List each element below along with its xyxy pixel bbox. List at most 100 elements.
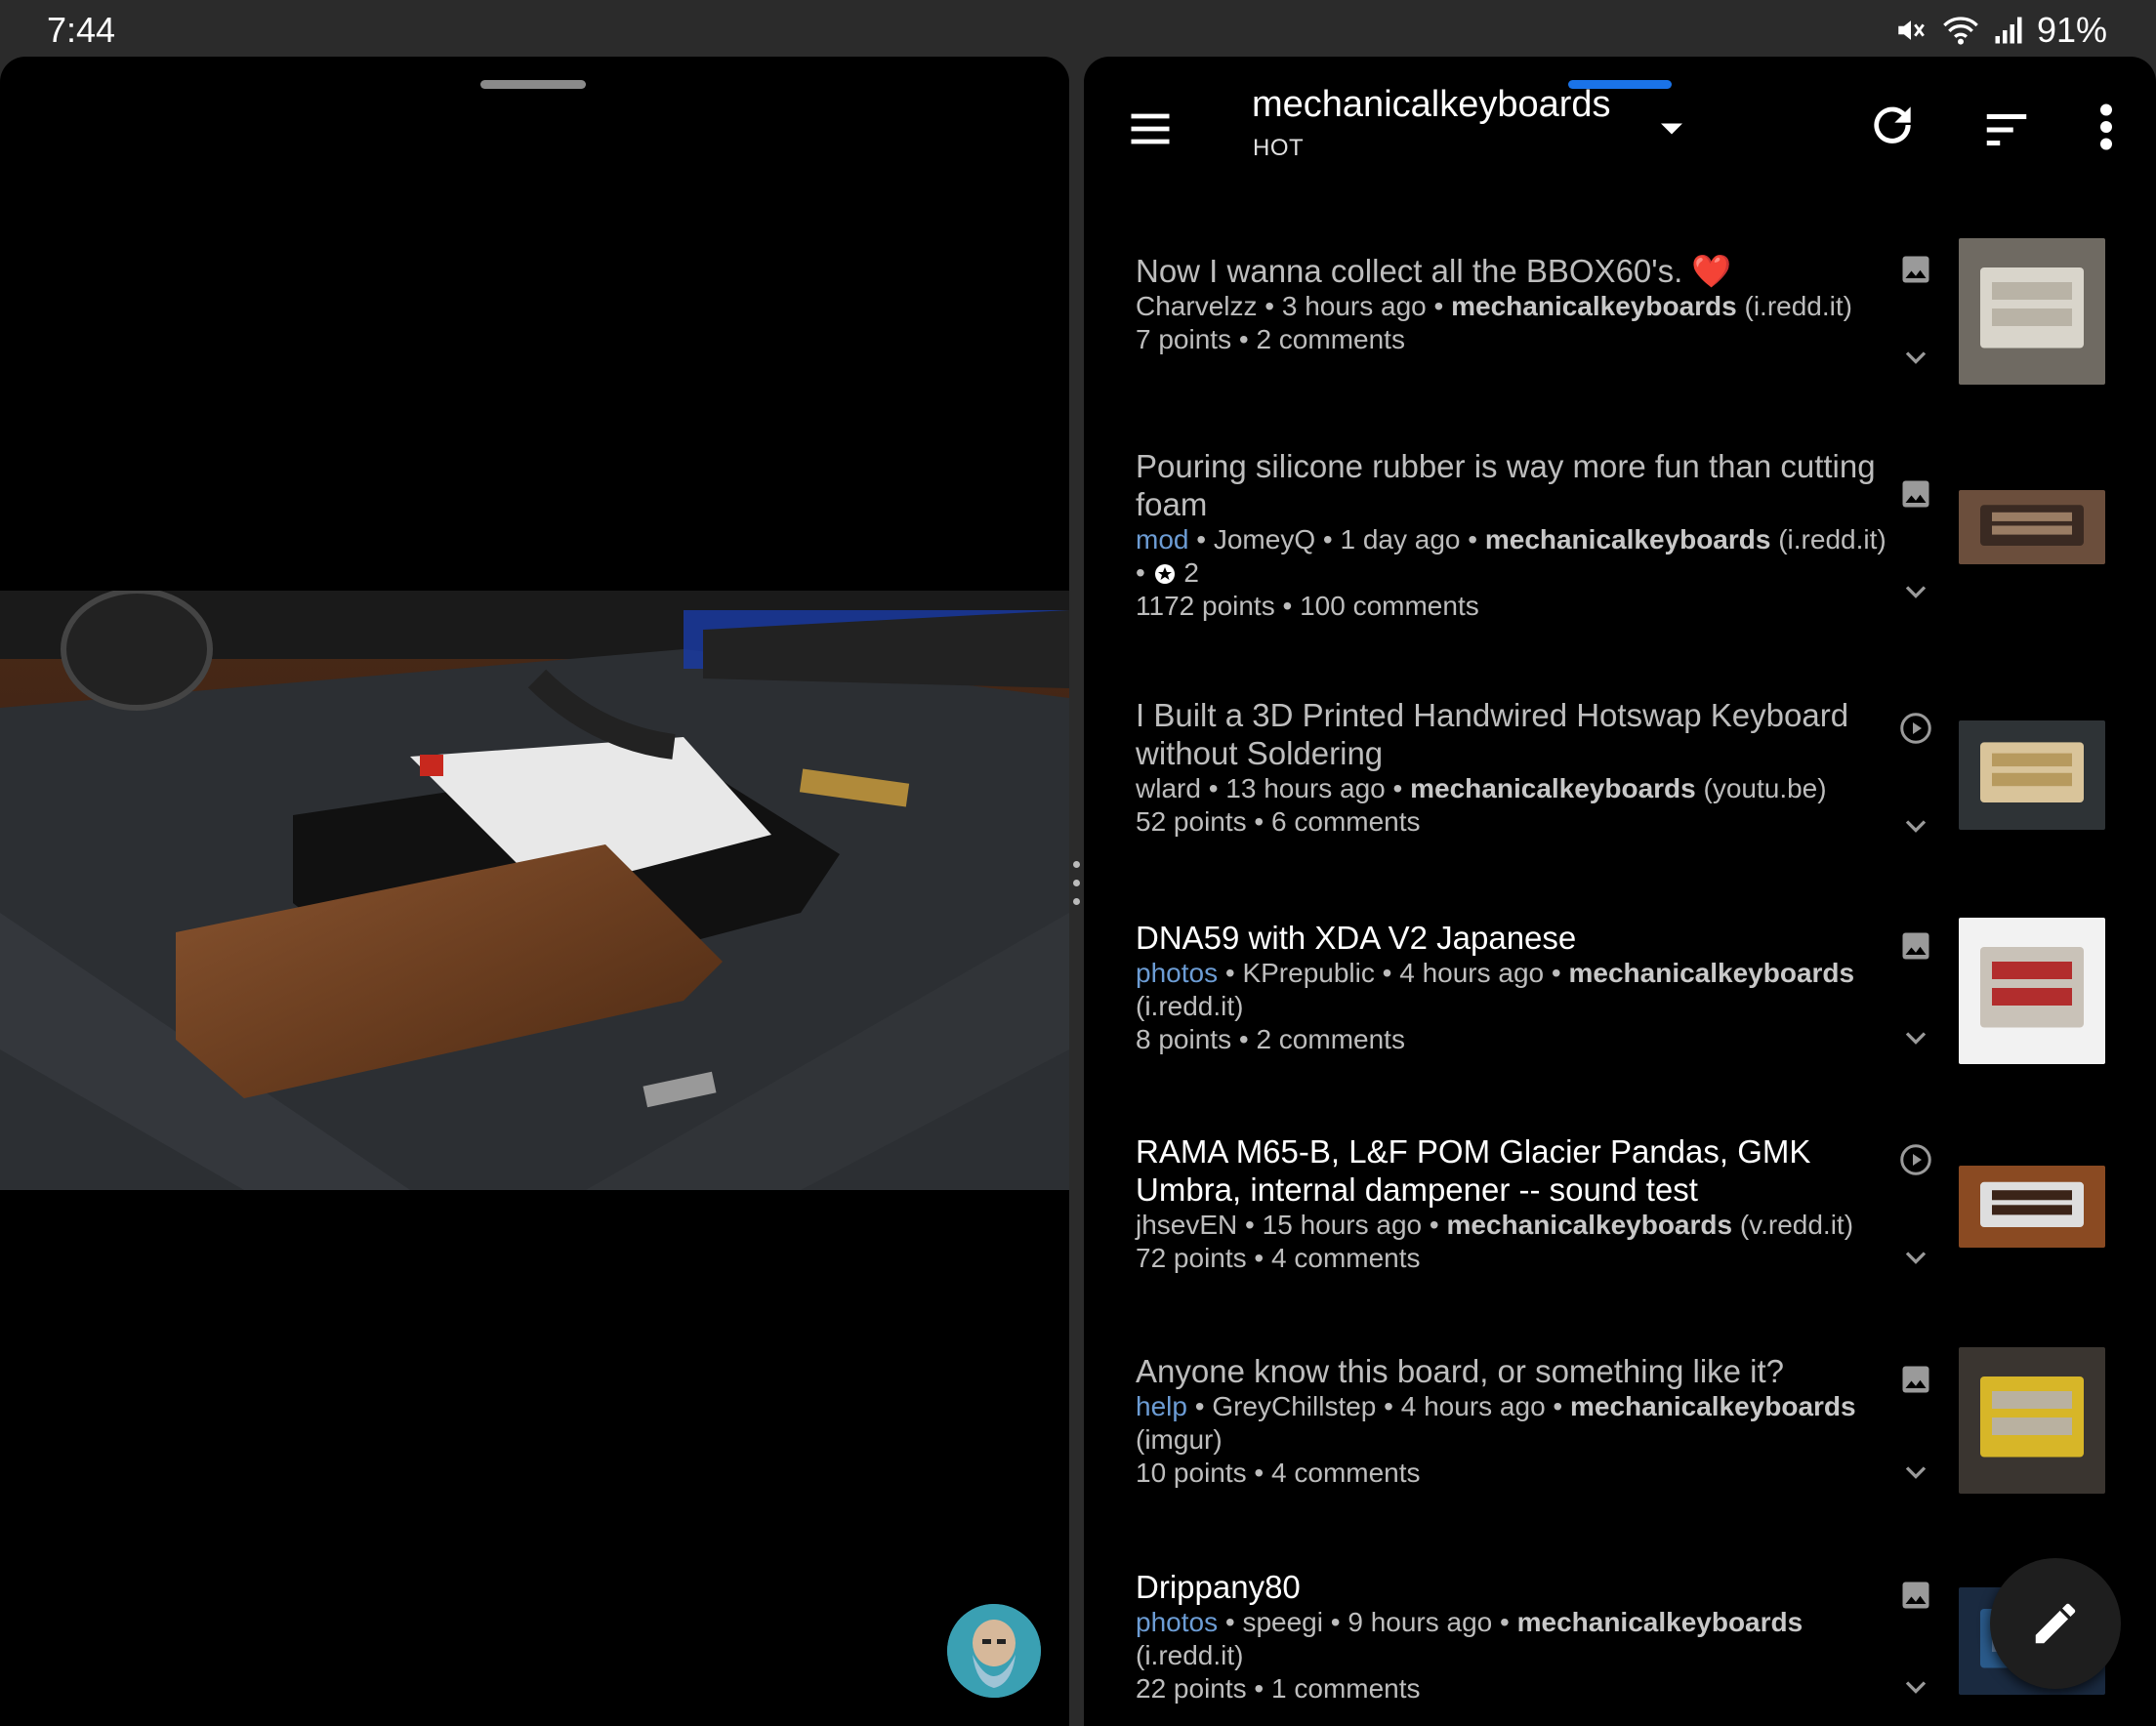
- chevron-down-icon[interactable]: [1898, 1669, 1933, 1705]
- post-meta: jhsevEN • 15 hours ago • mechanicalkeybo…: [1136, 1209, 1887, 1275]
- meta-separator: •: [1426, 291, 1452, 321]
- chevron-down-icon[interactable]: [1898, 1240, 1933, 1275]
- post-thumbnail[interactable]: [1959, 238, 2105, 385]
- post-author: JomeyQ: [1213, 524, 1316, 555]
- meta-separator: •: [1322, 1607, 1348, 1637]
- meta-separator: •: [1218, 1607, 1243, 1637]
- post-title[interactable]: Drippany80: [1136, 1568, 1887, 1606]
- signal-icon: [1995, 17, 2022, 44]
- post-subreddit[interactable]: mechanicalkeyboards: [1517, 1607, 1804, 1637]
- meta-separator: •: [1136, 557, 1153, 588]
- post-domain: (v.redd.it): [1732, 1210, 1854, 1240]
- meta-separator: •: [1315, 524, 1341, 555]
- chevron-down-icon[interactable]: [1898, 1455, 1933, 1490]
- post-meta: wlard • 13 hours ago • mechanicalkeyboar…: [1136, 772, 1887, 839]
- dropdown-arrow-icon[interactable]: [1650, 107, 1693, 150]
- post-meta: mod • JomeyQ • 1 day ago • mechanicalkey…: [1136, 523, 1887, 623]
- post-domain: (imgur): [1136, 1424, 1223, 1455]
- post-age: 4 hours ago: [1400, 1391, 1546, 1421]
- wifi-icon: [1943, 17, 1978, 45]
- menu-icon[interactable]: [1125, 103, 1176, 154]
- post-age: 3 hours ago: [1281, 291, 1427, 321]
- post-meta: Charvelzz • 3 hours ago • mechanicalkeyb…: [1136, 290, 1887, 356]
- post-points: 7 points: [1136, 324, 1232, 354]
- split-divider[interactable]: [1071, 861, 1081, 920]
- more-options-icon[interactable]: [2082, 98, 2131, 156]
- post-comments: 1 comments: [1271, 1673, 1421, 1704]
- post-subreddit[interactable]: mechanicalkeyboards: [1446, 1210, 1732, 1240]
- app-bar: mechanicalkeyboards HOT: [1084, 57, 2156, 203]
- post-comments: 6 comments: [1271, 806, 1421, 837]
- post-thumbnail[interactable]: [1959, 720, 2105, 830]
- meta-separator: •: [1231, 324, 1257, 354]
- status-bar: 7:44 91%: [0, 0, 2156, 57]
- post-author: jhsevEN: [1136, 1210, 1238, 1240]
- meta-separator: •: [1188, 524, 1214, 555]
- image-icon: [1898, 1578, 1933, 1613]
- meta-separator: •: [1257, 291, 1282, 321]
- compose-button[interactable]: [1990, 1558, 2121, 1689]
- post-flair: photos: [1136, 1607, 1219, 1637]
- award-count: 2: [1176, 557, 1199, 588]
- meta-separator: •: [1422, 1210, 1447, 1240]
- meta-separator: •: [1492, 1607, 1517, 1637]
- chevron-down-icon[interactable]: [1898, 1020, 1933, 1055]
- post-flair: photos: [1136, 958, 1219, 988]
- post-title[interactable]: Pouring silicone rubber is way more fun …: [1136, 447, 1887, 523]
- post-points: 8 points: [1136, 1024, 1232, 1054]
- meta-separator: •: [1374, 958, 1400, 988]
- post-comments: 2 comments: [1256, 1024, 1405, 1054]
- post-title[interactable]: RAMA M65-B, L&F POM Glacier Pandas, GMK …: [1136, 1132, 1887, 1209]
- post-thumbnail[interactable]: [1959, 1166, 2105, 1248]
- refresh-icon[interactable]: [1865, 98, 1920, 152]
- post-comments: 4 comments: [1271, 1458, 1421, 1488]
- post-title[interactable]: Now I wanna collect all the BBOX60's. ❤️: [1136, 252, 1887, 290]
- meta-separator: •: [1246, 1673, 1272, 1704]
- post-author: speegi: [1242, 1607, 1323, 1637]
- image-viewer-pane[interactable]: [0, 57, 1069, 1726]
- drag-handle[interactable]: [480, 80, 586, 89]
- post-age: 4 hours ago: [1399, 958, 1545, 988]
- meta-separator: •: [1231, 1024, 1257, 1054]
- post-meta: photos • speegi • 9 hours ago • mechanic…: [1136, 1606, 1887, 1705]
- pencil-icon: [2035, 1603, 2076, 1644]
- post-comments: 4 comments: [1271, 1243, 1421, 1273]
- post-domain: (i.redd.it): [1136, 991, 1244, 1021]
- chevron-down-icon[interactable]: [1898, 340, 1933, 375]
- post-comments: 100 comments: [1300, 591, 1479, 621]
- post-title[interactable]: DNA59 with XDA V2 Japanese: [1136, 919, 1887, 957]
- post-age: 1 day ago: [1340, 524, 1461, 555]
- post-subreddit[interactable]: mechanicalkeyboards: [1410, 773, 1696, 803]
- battery-level: 91%: [2036, 10, 2107, 50]
- post-points: 10 points: [1136, 1458, 1247, 1488]
- post-image[interactable]: [0, 591, 1069, 1190]
- post-subreddit[interactable]: mechanicalkeyboards: [1569, 958, 1855, 988]
- post-subreddit[interactable]: mechanicalkeyboards: [1570, 1391, 1856, 1421]
- post-subreddit[interactable]: mechanicalkeyboards: [1485, 524, 1771, 555]
- meta-separator: •: [1274, 591, 1301, 621]
- post-title[interactable]: I Built a 3D Printed Handwired Hotswap K…: [1136, 696, 1887, 772]
- meta-separator: •: [1246, 1458, 1272, 1488]
- meta-separator: •: [1545, 1391, 1571, 1421]
- chevron-down-icon[interactable]: [1898, 574, 1933, 609]
- post-domain: (i.redd.it): [1770, 524, 1886, 555]
- post-flair: help: [1136, 1391, 1187, 1421]
- post-meta: help • GreyChillstep • 4 hours ago • mec…: [1136, 1390, 1887, 1490]
- chevron-down-icon[interactable]: [1898, 808, 1933, 843]
- user-avatar[interactable]: [947, 1604, 1041, 1698]
- meta-separator: •: [1544, 958, 1569, 988]
- meta-separator: •: [1237, 1210, 1263, 1240]
- post-age: 15 hours ago: [1262, 1210, 1423, 1240]
- meta-separator: •: [1460, 524, 1485, 555]
- post-domain: (i.redd.it): [1136, 1640, 1244, 1670]
- meta-separator: •: [1218, 958, 1243, 988]
- post-thumbnail[interactable]: [1959, 1347, 2105, 1494]
- post-thumbnail[interactable]: [1959, 918, 2105, 1064]
- post-subreddit[interactable]: mechanicalkeyboards: [1451, 291, 1737, 321]
- image-icon: [1898, 1362, 1933, 1397]
- post-title[interactable]: Anyone know this board, or something lik…: [1136, 1352, 1887, 1390]
- subreddit-title[interactable]: mechanicalkeyboards: [1252, 84, 1611, 126]
- sort-icon[interactable]: [1980, 103, 2033, 156]
- post-thumbnail[interactable]: [1959, 490, 2105, 564]
- meta-separator: •: [1246, 806, 1272, 837]
